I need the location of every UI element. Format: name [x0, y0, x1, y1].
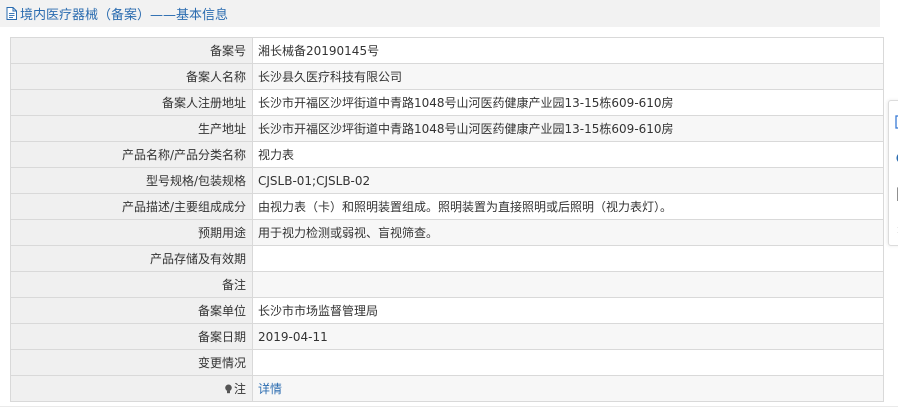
row-value: 长沙市开福区沙坪街道中青路1048号山河医药健康产业园13-15栋609-610…: [252, 89, 884, 116]
table-row: 备案单位 长沙市市场监督管理局: [10, 297, 884, 324]
row-label: 备案号: [10, 37, 253, 64]
row-value: CJSLB-01;CJSLB-02: [252, 167, 884, 194]
row-value: 由视力表（卡）和照明装置组成。照明装置为直接照明或后照明（视力表灯）。: [252, 193, 884, 220]
row-value: [252, 349, 884, 376]
row-value: 用于视力检测或弱视、盲视筛查。: [252, 219, 884, 246]
row-label: 备案单位: [10, 297, 253, 324]
row-label: 备案日期: [10, 323, 253, 350]
table-row-note: 注 详情: [10, 375, 884, 402]
table-row: 预期用途 用于视力检测或弱视、盲视筛查。: [10, 219, 884, 246]
note-label: 注: [233, 382, 246, 396]
page: 境内医疗器械（备案）——基本信息 备案号 湘长械备20190145号 备案人名称…: [0, 0, 898, 410]
info-table: 备案号 湘长械备20190145号 备案人名称 长沙县久医疗科技有限公司 备案人…: [10, 37, 884, 402]
details-link[interactable]: 详情: [258, 382, 282, 396]
note-value-cell: 详情: [252, 375, 884, 402]
row-label: 变更情况: [10, 349, 253, 376]
row-value: 湘长械备20190145号: [252, 37, 884, 64]
row-label: 产品描述/主要组成成分: [10, 193, 253, 220]
table-row: 备案日期 2019-04-11: [10, 323, 884, 350]
table-row: 生产地址 长沙市开福区沙坪街道中青路1048号山河医药健康产业园13-15栋60…: [10, 115, 884, 142]
row-label: 产品名称/产品分类名称: [10, 141, 253, 168]
row-value: 长沙市开福区沙坪街道中青路1048号山河医药健康产业园13-15栋609-610…: [252, 115, 884, 142]
info-table-wrapper: 备案号 湘长械备20190145号 备案人名称 长沙县久医疗科技有限公司 备案人…: [10, 37, 884, 402]
row-label: 预期用途: [10, 219, 253, 246]
row-value: 2019-04-11: [252, 323, 884, 350]
document-icon: [6, 7, 17, 20]
table-row: 产品描述/主要组成成分 由视力表（卡）和照明装置组成。照明装置为直接照明或后照明…: [10, 193, 884, 220]
row-value: [252, 245, 884, 272]
row-value: 视力表: [252, 141, 884, 168]
table-row: 备案人注册地址 长沙市开福区沙坪街道中青路1048号山河医药健康产业园13-15…: [10, 89, 884, 116]
table-row: 型号规格/包装规格 CJSLB-01;CJSLB-02: [10, 167, 884, 194]
side-toolbar: [888, 100, 898, 246]
row-value: 长沙县久医疗科技有限公司: [252, 63, 884, 90]
page-title: 境内医疗器械（备案）——基本信息: [20, 8, 229, 23]
row-label: 产品存储及有效期: [10, 245, 253, 272]
table-row: 产品存储及有效期: [10, 245, 884, 272]
title-bar: 境内医疗器械（备案）——基本信息: [0, 0, 880, 27]
row-value: 长沙市市场监督管理局: [252, 297, 884, 324]
table-row: 变更情况: [10, 349, 884, 376]
table-row: 备案号 湘长械备20190145号: [10, 37, 884, 64]
row-label: 备案人注册地址: [10, 89, 253, 116]
lightbulb-icon: [225, 384, 232, 394]
row-label: 备案人名称: [10, 63, 253, 90]
divider: [0, 406, 898, 407]
row-label: 备注: [10, 271, 253, 298]
table-row: 产品名称/产品分类名称 视力表: [10, 141, 884, 168]
table-row: 备注: [10, 271, 884, 298]
row-label: 型号规格/包装规格: [10, 167, 253, 194]
note-label-cell: 注: [10, 375, 253, 402]
row-label: 生产地址: [10, 115, 253, 142]
row-value: [252, 271, 884, 298]
table-row: 备案人名称 长沙县久医疗科技有限公司: [10, 63, 884, 90]
